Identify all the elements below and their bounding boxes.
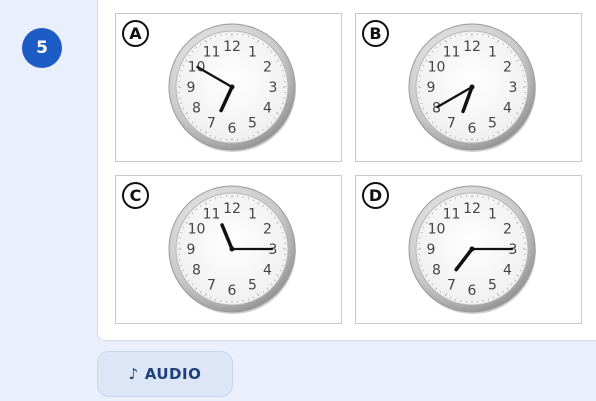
music-note-icon: ♪: [128, 365, 139, 383]
clock-numeral: 11: [443, 44, 461, 60]
question-number-badge: 5: [22, 28, 62, 68]
clock-numeral: 2: [503, 60, 512, 76]
clock-numeral: 4: [263, 263, 272, 279]
clock-image: 12 1234567891011: [168, 185, 296, 314]
clock-numeral: 9: [187, 80, 196, 96]
clock-numeral: 9: [427, 242, 436, 258]
clock-numeral: 8: [432, 263, 441, 279]
clock-numeral: 4: [263, 101, 272, 117]
clock-numeral: 7: [447, 116, 456, 132]
clock-numeral: 5: [248, 278, 257, 294]
clock-numeral: 6: [228, 283, 237, 299]
option-d[interactable]: 12 1 2 3 4 5 6 7 8 9 10 11 D: [355, 175, 582, 324]
clock-numeral: 8: [192, 263, 201, 279]
clock-center: [229, 246, 235, 252]
audio-button[interactable]: ♪ AUDIO: [97, 351, 233, 397]
clock-center: [469, 246, 475, 252]
clock-numeral: 4: [503, 101, 512, 117]
clock-numeral: 1: [488, 44, 497, 60]
option-a[interactable]: 12 1 2 3 4 5 6 7 8 9 10 11 A: [115, 13, 342, 162]
clock-numeral: 8: [192, 101, 201, 117]
clock-image: 12 1234567891011: [168, 23, 296, 152]
clock-numeral: 5: [248, 116, 257, 132]
option-b[interactable]: 12 1 2 3 4 5 6 7 8 9 10 11 B: [355, 13, 582, 162]
clock-numeral: 2: [263, 60, 272, 76]
clock-numeral: 10: [428, 60, 446, 76]
option-c[interactable]: 12 1 2 3 4 5 6 7 8 9 10 11 C: [115, 175, 342, 324]
clock-center: [469, 84, 475, 90]
clock-numeral: 6: [228, 121, 237, 137]
clock-numeral: 3: [269, 80, 278, 96]
clock-numeral: 7: [207, 116, 216, 132]
clock-numeral: 7: [447, 278, 456, 294]
clock-numeral: 5: [488, 116, 497, 132]
clock-numeral: 9: [427, 80, 436, 96]
audio-button-label: AUDIO: [144, 365, 202, 383]
clock-numeral: 2: [263, 222, 272, 238]
clock-numeral: 5: [488, 278, 497, 294]
clock-numeral: 9: [187, 242, 196, 258]
clock-numeral: 2: [503, 222, 512, 238]
clock-numeral: 11: [203, 44, 221, 60]
option-letter-d: D: [362, 182, 389, 209]
clock-numeral: 11: [443, 206, 461, 222]
clock-numeral: 10: [428, 222, 446, 238]
clock-numeral: 1: [248, 206, 257, 222]
clock-numeral: 1: [248, 44, 257, 60]
clock-numeral: 8: [432, 101, 441, 117]
clock-numeral: 12: [223, 201, 241, 217]
clock-numeral: 7: [207, 278, 216, 294]
clock-numeral: 6: [468, 283, 477, 299]
option-letter-c: C: [122, 182, 149, 209]
clock-numeral: 12: [463, 201, 481, 217]
answer-options-panel: 12 1 2 3 4 5 6 7 8 9 10 11 A 12 1 2 3 4 5 6 7 8 9 10 11 B 12 1 2…: [97, 0, 596, 341]
clock-numeral: 6: [468, 121, 477, 137]
option-letter-a: A: [122, 20, 149, 47]
clock-numeral: 3: [509, 80, 518, 96]
clock-center: [229, 84, 235, 90]
option-letter-b: B: [362, 20, 389, 47]
clock-numeral: 11: [203, 206, 221, 222]
clock-numeral: 12: [223, 39, 241, 55]
clock-numeral: 10: [188, 222, 206, 238]
clock-numeral: 4: [503, 263, 512, 279]
clock-image: 12 1234567891011: [408, 185, 536, 314]
clock-numeral: 1: [488, 206, 497, 222]
clock-numeral: 12: [463, 39, 481, 55]
clock-image: 12 12 3 45678 9 1011: [408, 23, 536, 152]
